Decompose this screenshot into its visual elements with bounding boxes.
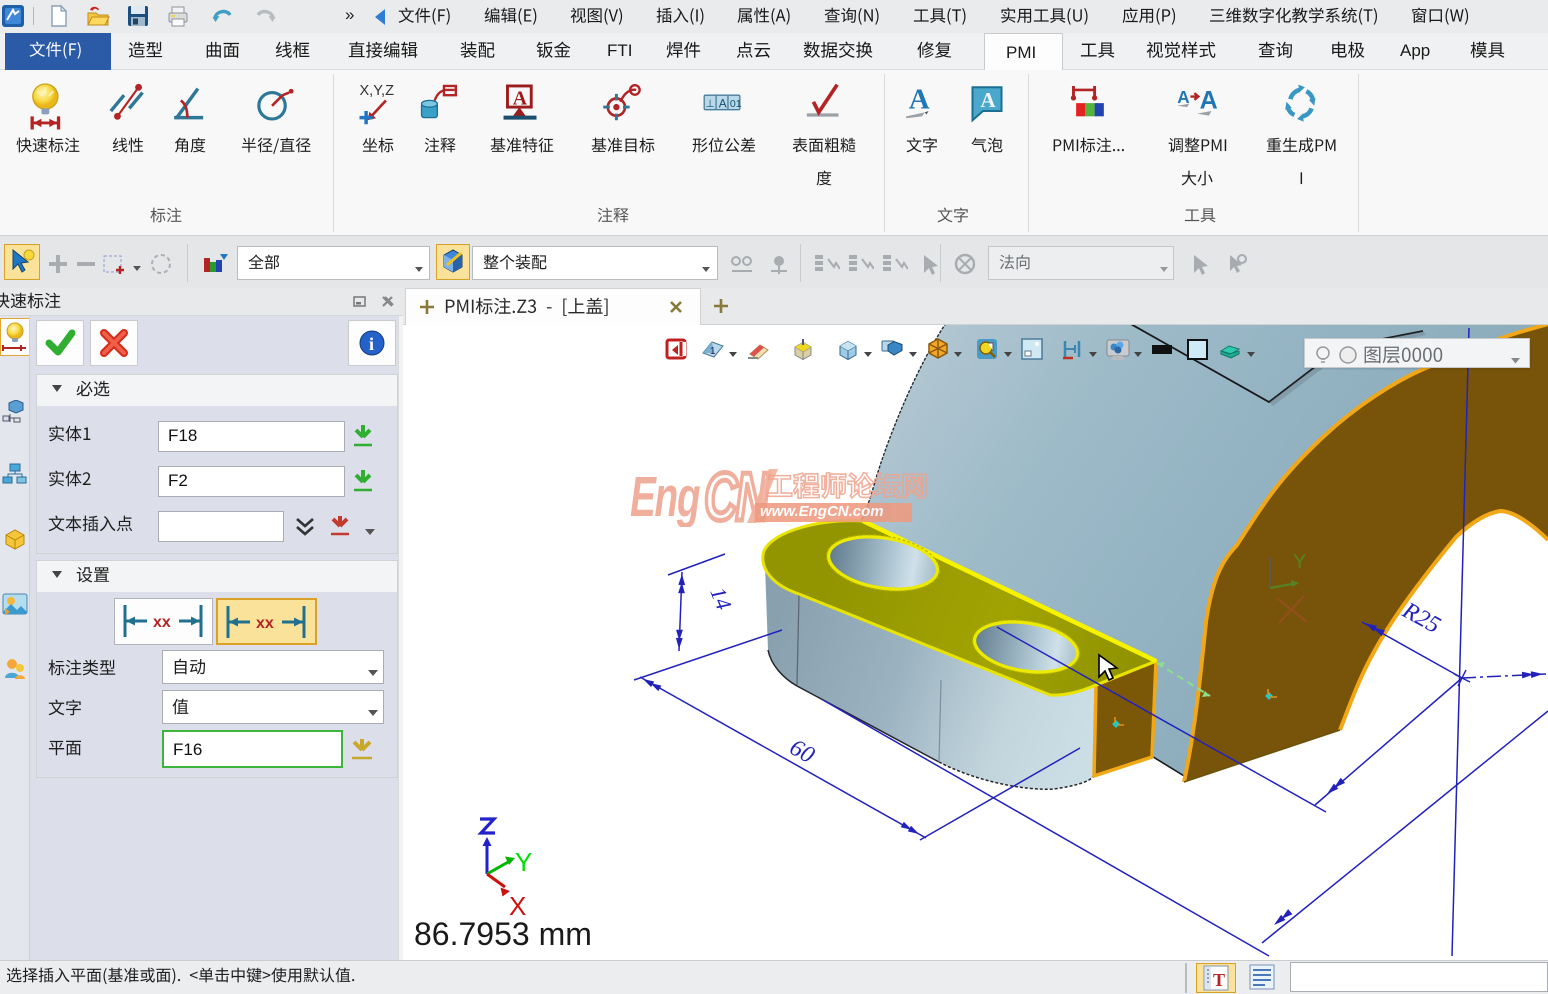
svg-text:xx: xx (153, 614, 171, 631)
svg-text:A: A (513, 87, 528, 109)
svg-text:A: A (909, 83, 930, 115)
svg-text:Y: Y (1293, 551, 1306, 573)
svg-text:⊥: ⊥ (706, 98, 715, 110)
svg-text:xx: xx (256, 615, 274, 632)
svg-text:Y: Y (515, 847, 532, 877)
svg-text:14: 14 (705, 584, 736, 614)
svg-text:1: 1 (710, 346, 716, 357)
svg-text:T: T (1213, 970, 1225, 990)
svg-text:01: 01 (730, 98, 742, 110)
svg-text:i: i (369, 334, 374, 354)
svg-text:A: A (719, 97, 727, 111)
svg-text:A: A (1200, 86, 1218, 114)
svg-text:60: 60 (785, 735, 819, 769)
svg-text:86.7953 mm: 86.7953 mm (414, 916, 592, 952)
svg-text:X,Y,Z: X,Y,Z (360, 83, 395, 99)
svg-text:A: A (980, 88, 996, 112)
svg-text:Eng: Eng (630, 466, 700, 527)
